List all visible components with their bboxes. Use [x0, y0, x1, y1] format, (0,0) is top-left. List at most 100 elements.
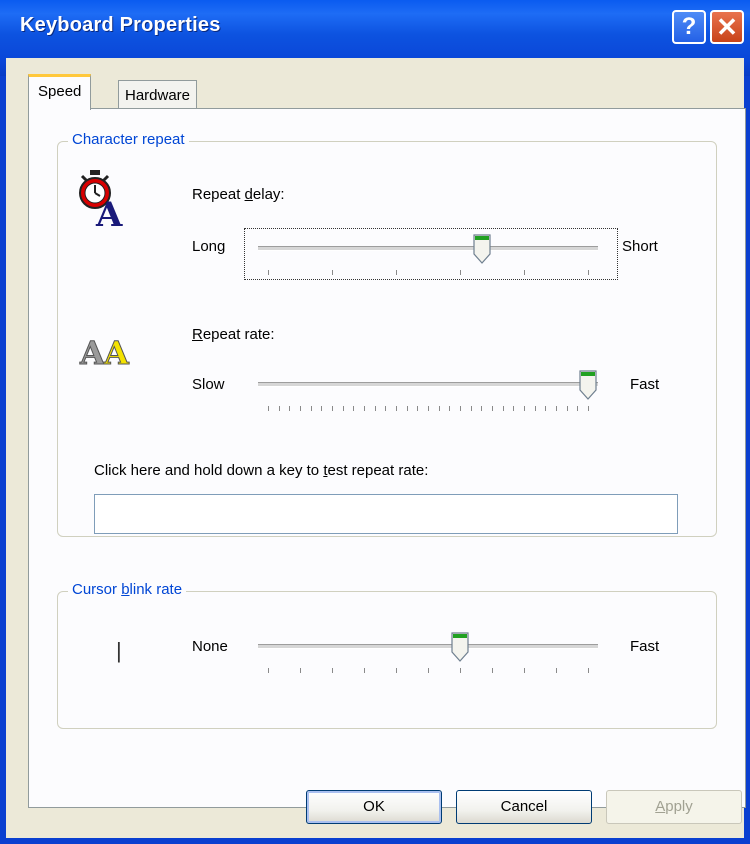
cursor-blink-min-label: None	[192, 638, 228, 655]
slider-tick	[449, 406, 451, 411]
slider-tick	[588, 406, 589, 411]
close-button[interactable]: ✕	[710, 10, 744, 44]
slider-tick	[492, 668, 493, 673]
repeat-rate-slider[interactable]	[258, 370, 598, 416]
slider-tick	[310, 406, 312, 411]
slider-tick	[502, 406, 504, 411]
repeat-delay-label: Repeat delay:	[192, 186, 285, 203]
test-repeat-input[interactable]	[94, 494, 678, 534]
slider-thumb[interactable]	[473, 234, 491, 264]
tab-speed[interactable]: Speed	[28, 74, 92, 110]
slider-tick	[342, 406, 344, 411]
svg-text:A: A	[79, 334, 106, 372]
repeat-delay-slider[interactable]	[258, 234, 598, 280]
svg-text:A: A	[95, 195, 123, 230]
cursor-blink-title: Cursor blink rate	[68, 581, 187, 598]
cursor-blink-preview: |	[116, 638, 122, 663]
repeat-rate-max-label: Fast	[630, 376, 660, 393]
slider-tick	[460, 270, 461, 275]
slider-tick	[289, 406, 291, 411]
slider-tick	[513, 406, 515, 411]
slider-track[interactable]	[258, 246, 598, 251]
slider-tick	[278, 406, 280, 411]
slider-tick	[300, 668, 301, 673]
slider-tick	[556, 406, 557, 411]
slider-tick	[492, 406, 493, 411]
window-title: Keyboard Properties	[20, 14, 221, 36]
character-repeat-group: Character repeat A Repeat delay: Long Sh…	[57, 131, 717, 537]
tab-hardware-label: Hardware	[125, 87, 191, 104]
slider-tick	[396, 406, 397, 411]
slider-tick	[332, 270, 333, 275]
slider-tick	[524, 270, 525, 275]
slider-tick	[364, 406, 365, 411]
cursor-blink-title-pre: Cursor	[72, 581, 122, 598]
tab-speed-label: Speed	[38, 83, 82, 100]
dialog-client-area: Speed Hardware Character repeat A Repeat…	[6, 58, 746, 838]
slider-tick	[588, 668, 589, 673]
apply-accel: A	[655, 798, 666, 815]
svg-text:A: A	[103, 334, 130, 372]
slider-track[interactable]	[258, 382, 598, 387]
slider-tick	[460, 668, 461, 673]
slider-tick	[524, 406, 525, 411]
slider-tick	[268, 406, 269, 411]
cancel-button[interactable]: Cancel	[456, 790, 592, 824]
slider-tick	[524, 668, 525, 673]
repeat-delay-label-pre: Repeat	[192, 186, 245, 203]
slider-tick	[566, 406, 568, 411]
slider-tick	[300, 406, 301, 411]
cursor-blink-title-post: link rate	[129, 581, 183, 598]
cursor-blink-max-label: Fast	[630, 638, 660, 655]
test-repeat-prompt: Click here and hold down a key to test r…	[94, 462, 428, 479]
repeat-delay-label-post: elay:	[252, 186, 285, 203]
slider-tick	[332, 406, 333, 411]
slider-tick	[577, 406, 579, 411]
repeat-delay-icon: A	[79, 170, 123, 230]
repeat-delay-accel: d	[244, 186, 253, 203]
slider-tick	[353, 406, 355, 411]
help-button[interactable]: ?	[672, 10, 706, 44]
slider-thumb[interactable]	[579, 370, 597, 400]
repeat-rate-accel: R	[192, 326, 203, 343]
slider-tick	[332, 668, 333, 673]
repeat-rate-label-post: epeat rate:	[202, 326, 275, 343]
slider-tick	[396, 668, 397, 673]
repeat-rate-icon: A A	[79, 334, 131, 373]
slider-tick	[438, 406, 440, 411]
slider-tick	[321, 406, 323, 411]
ok-button[interactable]: OK	[306, 790, 442, 824]
slider-tick	[364, 668, 365, 673]
cursor-blink-title-accel: b	[121, 581, 130, 598]
slider-tick	[396, 270, 397, 275]
slider-tick	[428, 668, 429, 673]
cursor-blink-group: Cursor blink rate | None Fast	[57, 581, 717, 729]
repeat-rate-min-label: Slow	[192, 376, 225, 393]
slider-tick	[534, 406, 536, 411]
slider-tick	[374, 406, 376, 411]
apply-button[interactable]: Apply	[606, 790, 742, 824]
slider-tick	[545, 406, 547, 411]
slider-track[interactable]	[258, 644, 598, 649]
slider-tick	[417, 406, 419, 411]
repeat-rate-label: Repeat rate:	[192, 326, 275, 343]
keyboard-properties-window: Keyboard Properties ? ✕ Speed Hardware C…	[0, 0, 750, 844]
apply-label-post: pply	[665, 798, 693, 815]
slider-tick	[406, 406, 408, 411]
slider-tick	[428, 406, 429, 411]
repeat-delay-max-label: Short	[622, 238, 658, 255]
cursor-blink-slider[interactable]	[258, 632, 598, 678]
test-prompt-post: est repeat rate:	[327, 462, 429, 479]
close-icon: ✕	[716, 12, 738, 42]
slider-tick	[588, 270, 589, 275]
slider-tick	[268, 270, 269, 275]
slider-tick	[481, 406, 483, 411]
slider-tick	[556, 668, 557, 673]
character-repeat-title: Character repeat	[68, 131, 189, 148]
test-prompt-pre: Click here and hold down a key to	[94, 462, 324, 479]
repeat-delay-min-label: Long	[192, 238, 226, 255]
speed-tab-panel: Character repeat A Repeat delay: Long Sh…	[28, 108, 746, 808]
slider-tick	[385, 406, 387, 411]
help-icon: ?	[681, 13, 697, 40]
slider-thumb[interactable]	[451, 632, 469, 662]
